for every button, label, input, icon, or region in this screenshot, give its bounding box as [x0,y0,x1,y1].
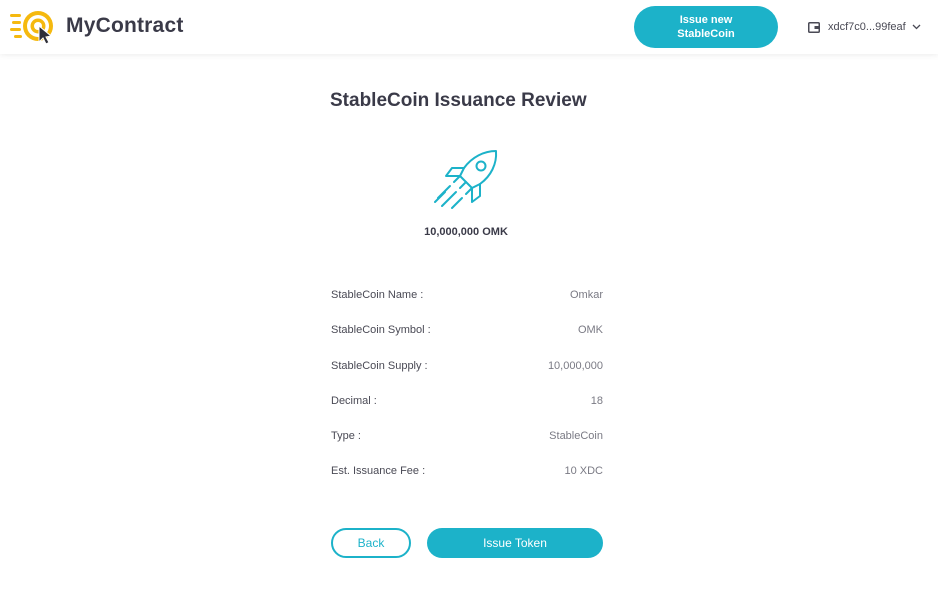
issue-new-label-line1: Issue new [679,14,733,26]
detail-row: StableCoin Name : Omkar [331,289,603,324]
detail-value: Omkar [570,289,603,301]
detail-value: OMK [577,324,603,337]
detail-row: StableCoin Symbol : OMK [331,324,603,359]
detail-label: Decimal : [331,394,377,407]
brand-name[interactable]: MyContract [66,14,184,38]
issue-new-stablecoin-button[interactable]: Issue new StableCoin [634,6,778,48]
wallet-icon [808,21,820,33]
detail-row: Est. Issuance Fee : 10 XDC [331,465,603,500]
issue-token-button[interactable]: Issue Token [427,528,603,558]
page-title: StableCoin Issuance Review [330,90,587,111]
detail-value: 10,000,000 [547,359,603,372]
detail-label: StableCoin Symbol : [331,324,431,337]
detail-label: Type : [331,430,361,443]
logo-icon[interactable] [10,9,60,45]
rocket-icon [434,150,498,209]
back-button[interactable]: Back [331,528,411,558]
detail-label: StableCoin Supply : [331,359,428,372]
issue-new-label-line2: StableCoin [677,28,735,40]
detail-label: StableCoin Name : [331,289,424,301]
wallet-address: xdcf7c0...99feaf [828,21,906,33]
detail-value: 10 XDC [564,465,603,478]
issuance-details: StableCoin Name : Omkar StableCoin Symbo… [331,289,603,501]
detail-row: Type : StableCoin [331,430,603,465]
detail-value: 18 [590,394,603,407]
top-header: MyContract Issue new StableCoin xdcf7c0.… [0,0,938,54]
chevron-down-icon [912,24,921,30]
issuance-amount: 10,000,000 OMK [424,226,508,238]
detail-row: StableCoin Supply : 10,000,000 [331,360,603,395]
detail-row: Decimal : 18 [331,395,603,430]
wallet-dropdown[interactable]: xdcf7c0...99feaf [808,19,921,35]
detail-value: StableCoin [549,430,603,443]
detail-label: Est. Issuance Fee : [331,465,426,478]
